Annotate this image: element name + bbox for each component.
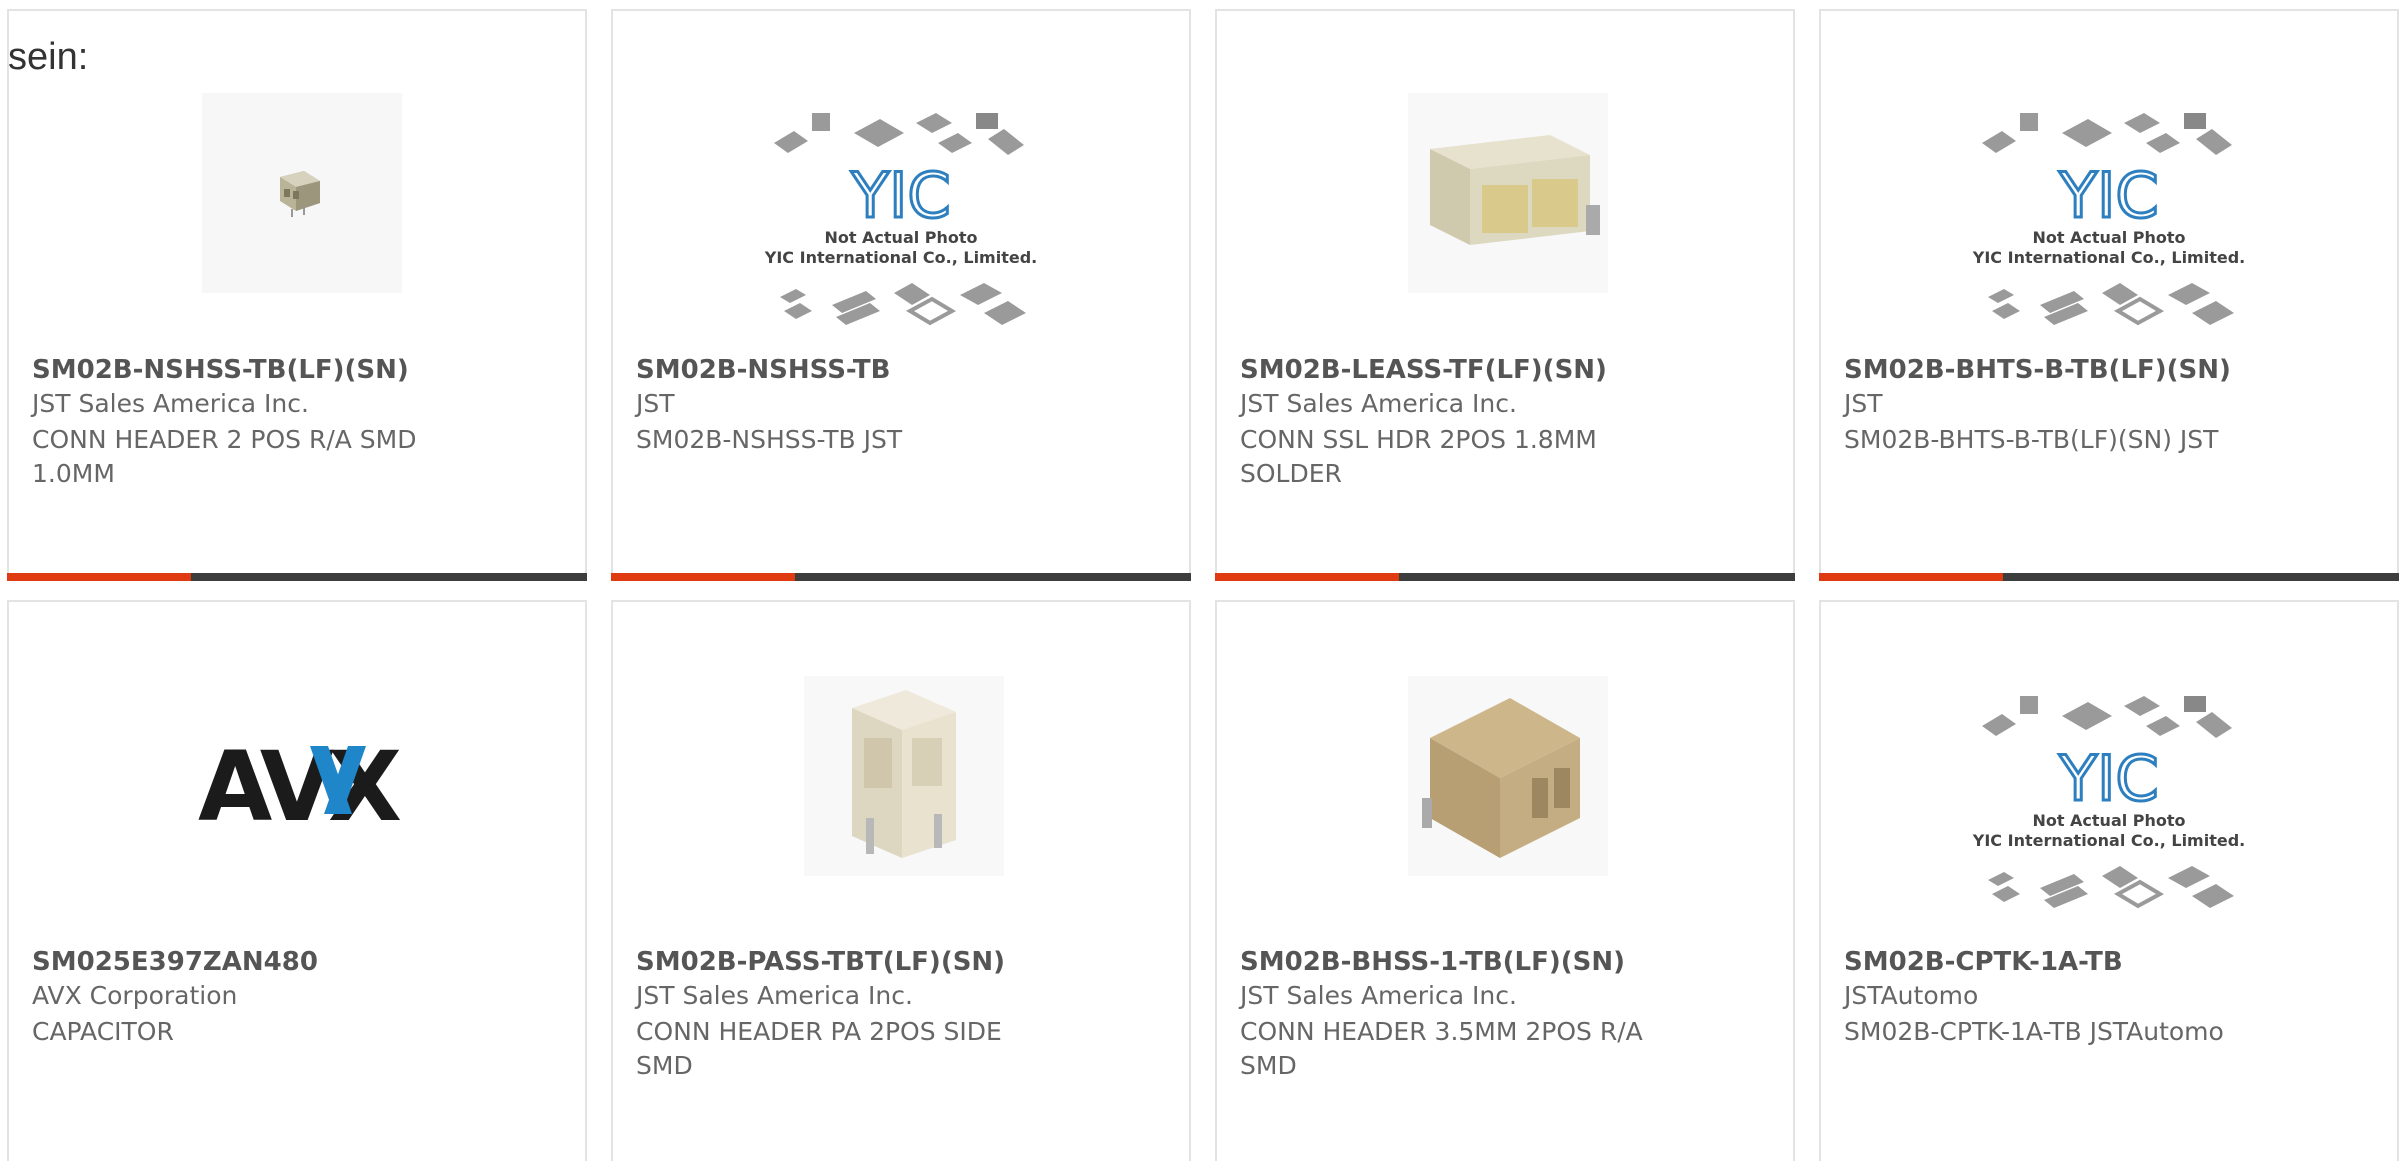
product-image-placeholder[interactable]: YIC Not Actual Photo YIC International C… [1964, 85, 2254, 357]
product-title[interactable]: SM02B-LEASS-TF(LF)(SN) [1240, 355, 1607, 385]
product-manufacturer: JST [1844, 389, 1883, 418]
product-title[interactable]: SM02B-PASS-TBT(LF)(SN) [636, 947, 1005, 977]
product-card[interactable]: YIC Not Actual Photo YIC International C… [1819, 9, 2399, 581]
product-image[interactable] [152, 85, 442, 357]
product-description: CONN HEADER PA 2POS SIDE SMD [636, 1017, 1002, 1080]
product-manufacturer: JST Sales America Inc. [1240, 981, 1517, 1010]
yic-logo-text: YIC [2058, 742, 2158, 815]
product-description: CONN HEADER 2 POS R/A SMD 1.0MM [32, 425, 417, 488]
svg-text:Not Actual Photo: Not Actual Photo [2032, 228, 2185, 247]
product-image-placeholder[interactable]: YIC Not Actual Photo YIC International C… [756, 85, 1046, 357]
card-bottom-bar [7, 573, 587, 581]
card-accent-bar [1215, 573, 1399, 581]
product-description: CONN SSL HDR 2POS 1.8MM SOLDER [1240, 425, 1597, 488]
product-manufacturer: AVX Corporation [32, 981, 238, 1010]
product-image[interactable] [756, 668, 1046, 940]
product-card[interactable]: SM02B-LEASS-TF(LF)(SN) JST Sales America… [1215, 9, 1795, 581]
product-card[interactable]: SM02B-PASS-TBT(LF)(SN) JST Sales America… [611, 600, 1191, 1161]
product-card[interactable]: SM02B-NSHSS-TB(LF)(SN) JST Sales America… [7, 9, 587, 581]
avx-logo: AVX [198, 731, 401, 843]
card-bottom-bar [611, 573, 1191, 581]
product-title[interactable]: SM02B-NSHSS-TB(LF)(SN) [32, 355, 409, 385]
svg-text:Not Actual Photo: Not Actual Photo [2032, 811, 2185, 830]
product-title[interactable]: SM02B-NSHSS-TB [636, 355, 890, 385]
product-card[interactable]: YIC Not Actual Photo YIC International C… [1819, 600, 2399, 1161]
card-bottom-bar [1819, 573, 2399, 581]
yic-logo-text: YIC [850, 159, 950, 232]
product-description: CONN HEADER 3.5MM 2POS R/A SMD [1240, 1017, 1643, 1080]
product-title[interactable]: SM02B-CPTK-1A-TB [1844, 947, 2123, 977]
product-card[interactable]: SM02B-BHSS-1-TB(LF)(SN) JST Sales Americ… [1215, 600, 1795, 1161]
card-accent-bar [611, 573, 795, 581]
product-title[interactable]: SM02B-BHSS-1-TB(LF)(SN) [1240, 947, 1625, 977]
svg-text:YIC International Co., Limited: YIC International Co., Limited. [1972, 831, 2245, 850]
product-grid-page: sein: SM02B-NSHSS-TB(LF)(SN) JST Sales A… [0, 0, 2400, 1161]
product-title[interactable]: SM02B-BHTS-B-TB(LF)(SN) [1844, 355, 2231, 385]
product-manufacturer: JSTAutomo [1844, 981, 1979, 1010]
product-description: SM02B-NSHSS-TB JST [636, 425, 903, 454]
card-bottom-bar [1215, 573, 1795, 581]
yic-logo-text: YIC [2058, 159, 2158, 232]
product-manufacturer: JST Sales America Inc. [636, 981, 913, 1010]
product-card[interactable]: AVX SM025E397ZAN480 AVX Corporation CAPA… [7, 600, 587, 1161]
card-accent-bar [1819, 573, 2003, 581]
product-description: SM02B-CPTK-1A-TB JSTAutomo [1844, 1017, 2224, 1046]
svg-text:YIC International Co., Limited: YIC International Co., Limited. [764, 248, 1037, 267]
product-manufacturer: JST [636, 389, 675, 418]
product-title[interactable]: SM025E397ZAN480 [32, 947, 318, 977]
product-card[interactable]: YIC Not Actual Photo YIC International C… [611, 9, 1191, 581]
product-manufacturer: JST Sales America Inc. [1240, 389, 1517, 418]
product-description: CAPACITOR [32, 1017, 174, 1046]
product-image[interactable] [1360, 668, 1650, 940]
svg-text:Not Actual Photo: Not Actual Photo [824, 228, 977, 247]
product-description: SM02B-BHTS-B-TB(LF)(SN) JST [1844, 425, 2219, 454]
product-image[interactable] [1360, 85, 1650, 357]
product-image-logo[interactable]: AVX [152, 668, 442, 940]
product-image-placeholder[interactable]: YIC Not Actual Photo YIC International C… [1964, 668, 2254, 940]
product-manufacturer: JST Sales America Inc. [32, 389, 309, 418]
section-heading: sein: [8, 36, 89, 78]
card-accent-bar [7, 573, 191, 581]
svg-text:YIC International Co., Limited: YIC International Co., Limited. [1972, 248, 2245, 267]
